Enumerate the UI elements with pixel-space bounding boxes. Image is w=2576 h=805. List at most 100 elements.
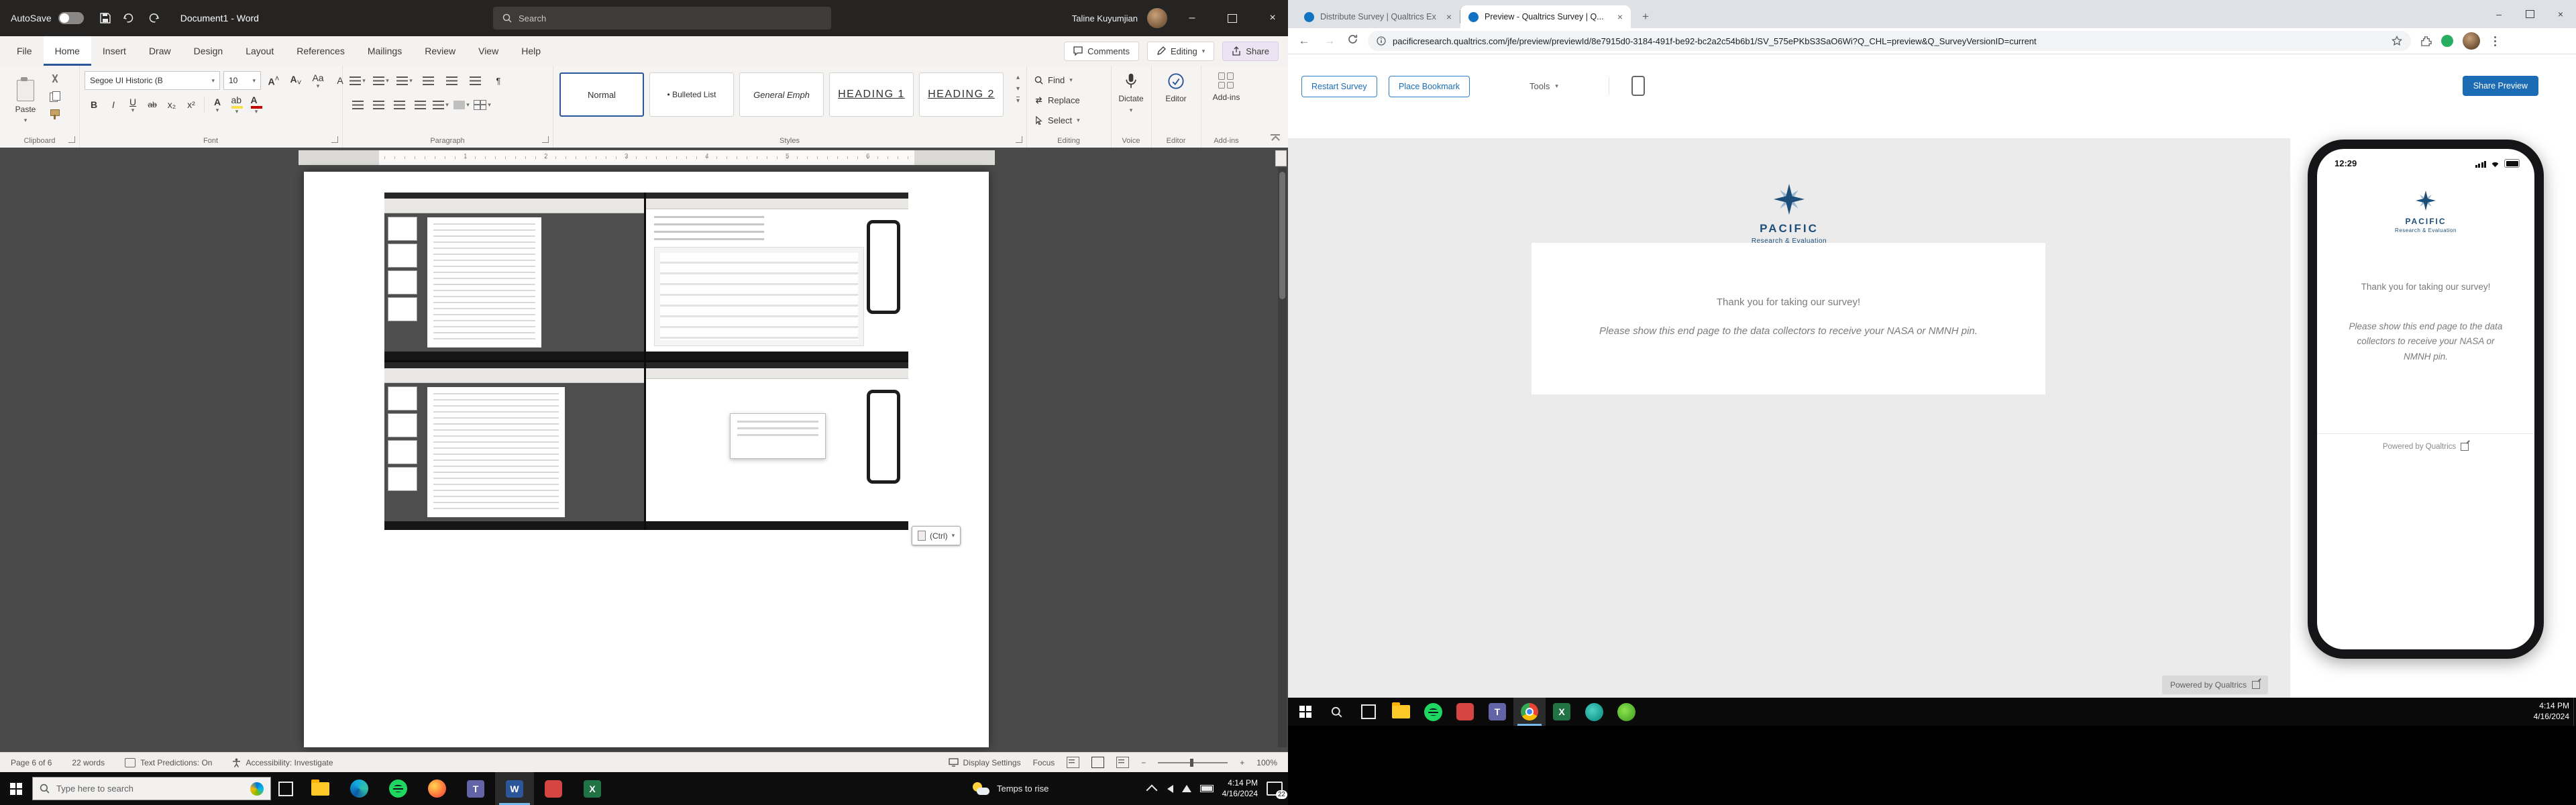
minimize-button[interactable]: – <box>1177 0 1208 36</box>
style-heading-1[interactable]: HEADING 1 <box>829 72 914 117</box>
vertical-scrollbar[interactable] <box>1278 168 1287 747</box>
dictate-button[interactable]: Dictate ▾ <box>1111 72 1151 113</box>
zoom-slider[interactable] <box>1158 762 1228 763</box>
bullets-button[interactable]: ▾ <box>347 71 368 90</box>
close-button[interactable]: × <box>2545 0 2576 28</box>
teams-icon[interactable]: T <box>1481 698 1513 726</box>
format-painter-icon[interactable] <box>48 109 62 119</box>
ribbon-tab-mailings[interactable]: Mailings <box>356 36 413 66</box>
read-mode-button[interactable] <box>1067 757 1079 768</box>
style-heading-2[interactable]: HEADING 2 <box>919 72 1004 117</box>
ribbon-tab-help[interactable]: Help <box>510 36 552 66</box>
restart-survey-button[interactable]: Restart Survey <box>1301 76 1377 97</box>
excel-icon[interactable]: X <box>1546 698 1578 726</box>
web-layout-button[interactable] <box>1116 757 1129 768</box>
spotify-icon[interactable] <box>378 772 417 805</box>
word-search-box[interactable]: Search <box>493 7 831 30</box>
sort-button[interactable] <box>465 71 485 90</box>
file-explorer-icon[interactable] <box>301 772 339 805</box>
borders-button[interactable]: ▾ <box>472 95 492 114</box>
document-page[interactable]: (Ctrl) ▾ <box>304 172 989 747</box>
paste-options-button[interactable]: (Ctrl) ▾ <box>912 526 961 545</box>
cortana-icon[interactable] <box>250 782 264 796</box>
task-view-button[interactable] <box>1352 698 1385 726</box>
profile-avatar[interactable] <box>2463 32 2480 50</box>
site-info-icon[interactable] <box>1377 36 1386 46</box>
zoom-out-button[interactable]: − <box>1141 758 1146 767</box>
ribbon-tab-home[interactable]: Home <box>44 36 91 66</box>
share-button[interactable]: Share <box>1222 42 1279 61</box>
file-explorer-icon[interactable] <box>1385 698 1417 726</box>
subscript-button[interactable]: x₂ <box>162 95 181 114</box>
chrome-icon[interactable] <box>1513 698 1546 726</box>
display-settings-button[interactable]: Display Settings <box>949 758 1021 767</box>
styles-gallery-more-button[interactable]: ▾ <box>1016 97 1020 105</box>
zoom-level[interactable]: 100% <box>1256 758 1277 767</box>
show-desktop-button[interactable] <box>2573 698 2576 726</box>
extensions-puzzle-icon[interactable] <box>2420 36 2432 47</box>
extension-icon[interactable] <box>2441 35 2453 47</box>
ribbon-tab-insert[interactable]: Insert <box>91 36 138 66</box>
powered-by-qualtrics-link[interactable]: Powered by Qualtrics <box>2317 433 2534 451</box>
app-icon-red[interactable] <box>534 772 573 805</box>
paragraph-dialog-launcher[interactable] <box>542 136 549 143</box>
ribbon-tab-references[interactable]: References <box>285 36 356 66</box>
start-button[interactable] <box>0 772 32 805</box>
weather-widget[interactable]: Temps to rise <box>973 772 1049 805</box>
text-effects-button[interactable]: A▾ <box>208 95 227 114</box>
style-bulleted-list[interactable]: • Bulleted List <box>649 72 734 117</box>
superscript-button[interactable]: x² <box>182 95 201 114</box>
font-color-button[interactable]: A▾ <box>247 95 266 114</box>
shading-button[interactable]: ▾ <box>451 95 472 114</box>
underline-button[interactable]: U▾ <box>123 95 142 114</box>
editor-button[interactable]: Editor <box>1151 72 1201 103</box>
paste-button[interactable]: Paste ▾ <box>7 71 44 131</box>
clipboard-dialog-launcher[interactable] <box>68 136 75 143</box>
styles-dialog-launcher[interactable] <box>1016 136 1022 143</box>
font-name-combobox[interactable]: Segoe UI Historic (B▾ <box>85 71 220 90</box>
clock[interactable]: 4:14 PM 4/16/2024 <box>2534 701 2569 722</box>
justify-button[interactable] <box>410 95 430 114</box>
align-center-button[interactable] <box>368 95 388 114</box>
text-predictions-status[interactable]: Text Predictions: On <box>125 758 212 767</box>
numbering-button[interactable]: ▾ <box>371 71 391 90</box>
collapse-ribbon-icon[interactable] <box>1271 134 1280 142</box>
tab-preview-survey[interactable]: Preview - Qualtrics Survey | Q... × <box>1460 5 1631 28</box>
word-icon[interactable]: W <box>495 772 534 805</box>
styles-row-up-button[interactable]: ▴ <box>1016 74 1020 81</box>
taskbar-search-box[interactable]: Type here to search <box>32 777 271 800</box>
highlight-color-button[interactable]: ab▾ <box>227 95 246 114</box>
ribbon-tab-draw[interactable]: Draw <box>138 36 182 66</box>
firefox-icon[interactable] <box>417 772 456 805</box>
maximize-button[interactable] <box>2514 0 2545 28</box>
autosave-toggle[interactable] <box>58 12 84 24</box>
bold-button[interactable]: B <box>85 95 103 114</box>
focus-button[interactable]: Focus <box>1033 758 1055 767</box>
shrink-font-button[interactable]: A˅ <box>286 71 305 90</box>
align-left-button[interactable] <box>347 95 368 114</box>
taskbar-search-button[interactable] <box>1320 698 1352 726</box>
edge-icon[interactable] <box>339 772 378 805</box>
hidden-icons-chevron[interactable] <box>1146 784 1157 796</box>
copy-icon[interactable] <box>48 91 62 102</box>
ribbon-tab-file[interactable]: File <box>5 36 44 66</box>
place-bookmark-button[interactable]: Place Bookmark <box>1389 76 1470 97</box>
word-count[interactable]: 22 words <box>72 758 105 767</box>
editing-mode-button[interactable]: Editing ▾ <box>1147 42 1214 61</box>
pasted-screenshot-image[interactable] <box>384 193 908 530</box>
clock[interactable]: 4:14 PM 4/16/2024 <box>1222 778 1258 799</box>
strikethrough-button[interactable]: ab <box>143 95 162 114</box>
redo-icon[interactable] <box>142 6 166 30</box>
zoom-in-button[interactable]: + <box>1240 758 1244 767</box>
action-center-button[interactable]: 22 <box>1267 782 1284 796</box>
tab-close-icon[interactable]: × <box>1446 11 1452 22</box>
align-right-button[interactable] <box>389 95 409 114</box>
spotify-icon[interactable] <box>1417 698 1449 726</box>
mobile-view-toggle[interactable] <box>1627 74 1650 97</box>
page-indicator[interactable]: Page 6 of 6 <box>11 758 52 767</box>
select-button[interactable]: Select ▾ <box>1034 115 1080 125</box>
reload-button[interactable] <box>1347 34 1358 48</box>
back-button[interactable]: ← <box>1296 34 1312 48</box>
new-tab-button[interactable]: + <box>1636 7 1655 26</box>
comments-button[interactable]: Comments <box>1064 42 1139 61</box>
